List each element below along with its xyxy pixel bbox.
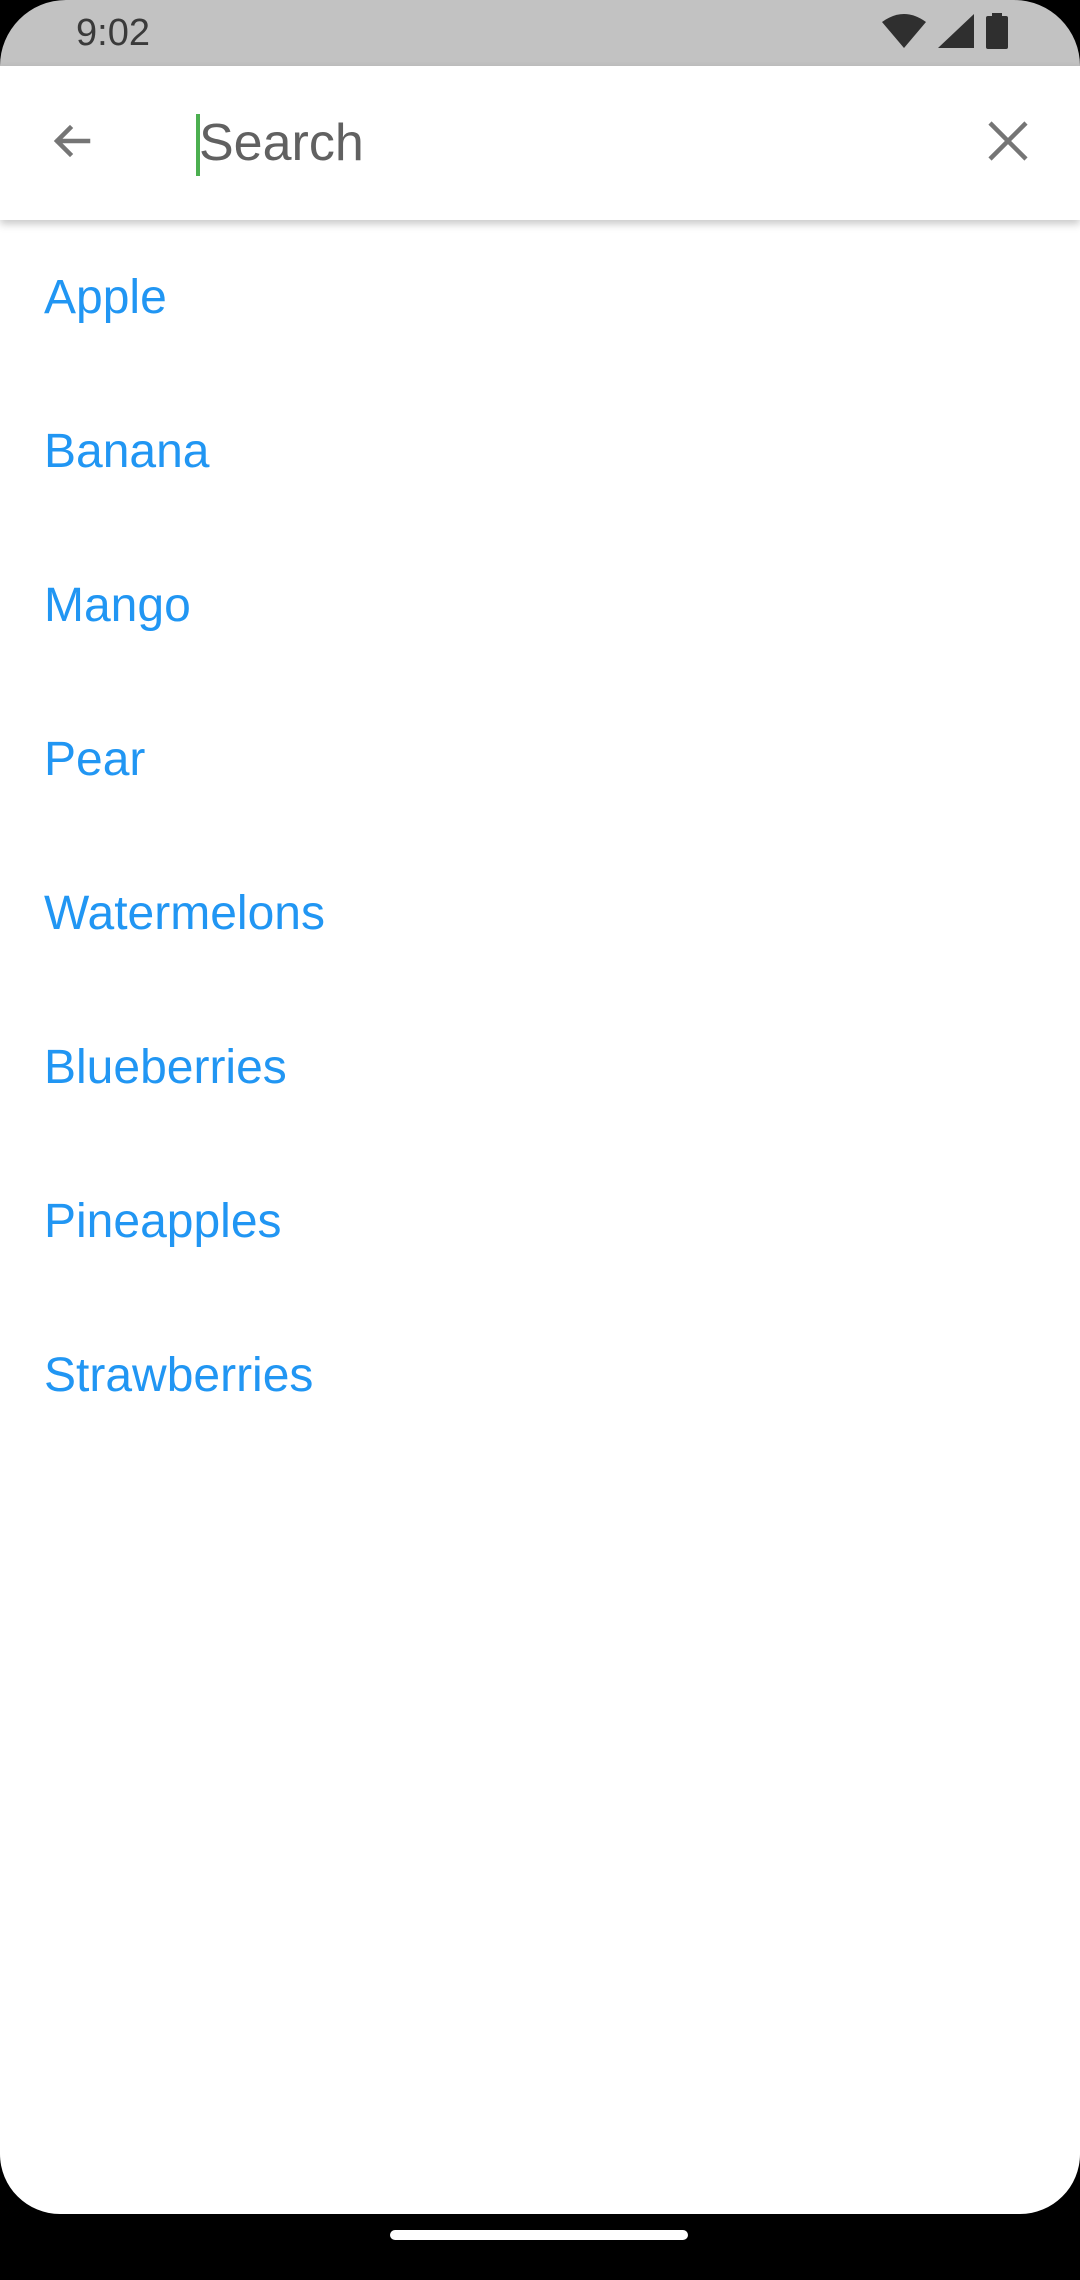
wifi-icon xyxy=(882,13,926,53)
close-icon xyxy=(986,119,1030,168)
arrow-back-icon xyxy=(48,117,96,170)
list-item-apple[interactable]: Apple xyxy=(0,220,1080,374)
status-icons xyxy=(882,12,1008,53)
results-list: Apple Banana Mango Pear Watermelons Blue… xyxy=(0,220,1080,1452)
list-item-blueberries[interactable]: Blueberries xyxy=(0,990,1080,1144)
home-gesture-handle[interactable] xyxy=(390,2230,688,2240)
list-item-mango[interactable]: Mango xyxy=(0,528,1080,682)
back-button[interactable] xyxy=(36,107,108,179)
search-input[interactable] xyxy=(199,106,939,180)
clear-search-button[interactable] xyxy=(972,107,1044,179)
list-item-banana[interactable]: Banana xyxy=(0,374,1080,528)
battery-icon xyxy=(986,12,1008,54)
status-bar: 9:02 xyxy=(0,0,1080,66)
navigation-bar xyxy=(0,2214,1080,2280)
list-item-pineapples[interactable]: Pineapples xyxy=(0,1144,1080,1298)
search-field xyxy=(196,106,956,180)
search-screen: 9:02 Search Apple Banana Mango Pear Wate… xyxy=(0,0,1080,2280)
list-item-strawberries[interactable]: Strawberries xyxy=(0,1298,1080,1452)
list-item-watermelons[interactable]: Watermelons xyxy=(0,836,1080,990)
status-time: 9:02 xyxy=(76,12,150,54)
list-item-pear[interactable]: Pear xyxy=(0,682,1080,836)
cell-signal-icon xyxy=(938,13,974,53)
status-bar-background: 9:02 xyxy=(0,0,1080,66)
screen-bottom-frame xyxy=(0,2154,1080,2214)
search-app-bar xyxy=(0,66,1080,220)
screen-bottom-corner xyxy=(0,2154,1080,2214)
